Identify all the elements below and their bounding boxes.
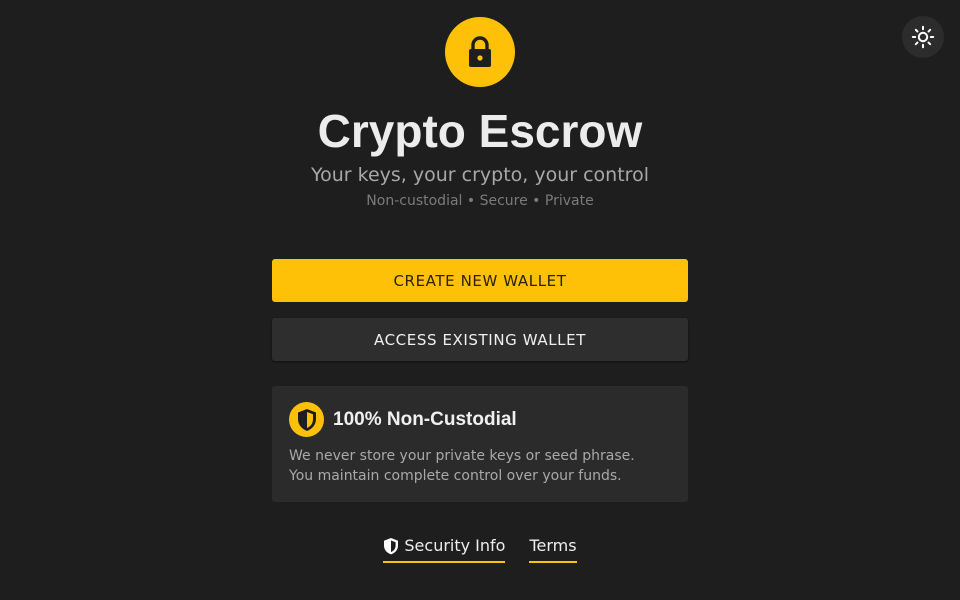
security-info-link[interactable]: Security Info bbox=[383, 534, 506, 563]
app-logo bbox=[445, 17, 515, 87]
info-card-title: 100% Non-Custodial bbox=[333, 409, 517, 430]
terms-link[interactable]: Terms bbox=[529, 534, 577, 563]
info-card-line-1: We never store your private keys or seed… bbox=[289, 448, 635, 464]
non-custodial-info-card: 100% Non-Custodial We never store your p… bbox=[272, 386, 688, 502]
info-card-body: We never store your private keys or seed… bbox=[289, 446, 679, 486]
access-wallet-button[interactable]: ACCESS EXISTING WALLET bbox=[272, 318, 688, 361]
lock-icon bbox=[469, 36, 491, 67]
sun-icon bbox=[911, 25, 935, 49]
shield-icon bbox=[384, 538, 399, 555]
terms-label: Terms bbox=[529, 536, 577, 555]
info-card-line-2: You maintain complete control over your … bbox=[289, 468, 622, 484]
footer-links: Security Info Terms bbox=[0, 534, 960, 563]
security-info-label: Security Info bbox=[404, 536, 506, 555]
create-wallet-button[interactable]: CREATE NEW WALLET bbox=[272, 259, 688, 302]
page-tagline: Non-custodial • Secure • Private bbox=[366, 193, 594, 209]
page-subtitle: Your keys, your crypto, your control bbox=[311, 164, 649, 186]
page-title: Crypto Escrow bbox=[317, 105, 643, 157]
info-card-badge bbox=[289, 402, 324, 437]
landing-page: Crypto Escrow Your keys, your crypto, yo… bbox=[0, 0, 960, 600]
theme-toggle-button[interactable] bbox=[902, 16, 944, 58]
shield-icon bbox=[297, 408, 316, 431]
